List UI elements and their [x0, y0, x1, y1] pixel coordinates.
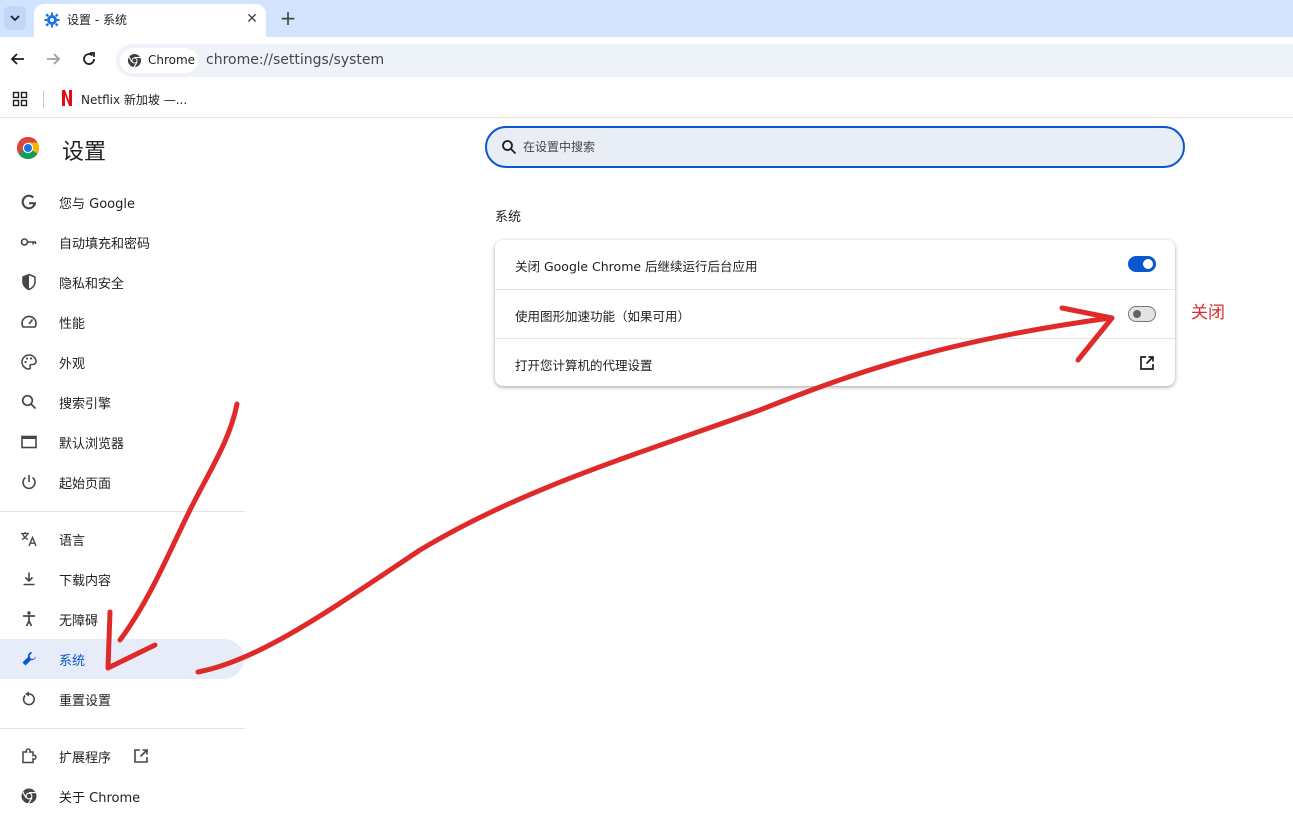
- sidebar-item-label: 外观: [59, 356, 86, 372]
- search-icon: [20, 393, 38, 411]
- sidebar-item-label: 搜索引擎: [59, 396, 112, 412]
- system-settings-card: 关闭 Google Chrome 后继续运行后台应用 使用图形加速功能（如果可用…: [495, 240, 1175, 386]
- chevron-down-icon: [10, 15, 20, 22]
- open-in-new-icon: [134, 749, 148, 763]
- sidebar-item-label: 重置设置: [59, 693, 112, 709]
- annotation-label: 关闭: [1191, 303, 1225, 323]
- sidebar-item-appearance[interactable]: 外观: [0, 342, 244, 382]
- site-info-chip[interactable]: Chrome: [120, 48, 198, 73]
- section-title: 系统: [495, 210, 522, 225]
- bookmark-netflix[interactable]: Netflix 新加坡 —...: [81, 91, 187, 108]
- sidebar-item-label: 起始页面: [59, 476, 112, 492]
- google-icon: [20, 193, 38, 211]
- palette-icon: [20, 353, 38, 371]
- row-label: 使用图形加速功能（如果可用）: [515, 309, 691, 324]
- open-external-icon[interactable]: [1138, 354, 1156, 372]
- search-icon: [502, 140, 517, 155]
- power-icon: [20, 473, 38, 491]
- new-tab-button[interactable]: +: [278, 8, 298, 28]
- key-icon: [20, 233, 38, 251]
- download-icon: [20, 570, 38, 588]
- sidebar-item-on-startup[interactable]: 起始页面: [0, 462, 244, 502]
- bookmarks-bar: Netflix 新加坡 —...: [0, 81, 1293, 118]
- sidebar-item-about-chrome[interactable]: 关于 Chrome: [0, 776, 244, 816]
- page-title: 设置: [62, 140, 107, 165]
- sidebar-item-label: 您与 Google: [59, 196, 135, 212]
- back-arrow-icon[interactable]: [8, 49, 28, 69]
- background-apps-toggle[interactable]: [1128, 256, 1156, 272]
- tab-title: 设置 - 系统: [67, 13, 127, 27]
- extension-icon: [20, 747, 38, 765]
- tab-strip: 设置 - 系统 ✕ +: [0, 0, 1293, 37]
- sidebar-item-privacy[interactable]: 隐私和安全: [0, 262, 244, 302]
- sidebar-item-label: 扩展程序: [59, 750, 112, 766]
- address-bar[interactable]: Chrome chrome://settings/system: [116, 44, 1293, 77]
- sidebar-item-system[interactable]: 系统: [0, 639, 244, 679]
- sidebar-divider: [0, 728, 245, 729]
- sidebar-item-label: 下载内容: [59, 573, 112, 589]
- settings-row-background-apps[interactable]: 关闭 Google Chrome 后继续运行后台应用: [495, 240, 1175, 289]
- settings-search-box[interactable]: [485, 126, 1185, 168]
- accessibility-icon: [20, 610, 38, 628]
- toolbar: Chrome chrome://settings/system: [0, 37, 1293, 81]
- sidebar-item-label: 语言: [59, 533, 86, 549]
- chrome-icon: [127, 53, 142, 68]
- sidebar-item-default-browser[interactable]: 默认浏览器: [0, 422, 244, 462]
- toggle-knob: [1143, 259, 1153, 269]
- search-input[interactable]: [523, 137, 1123, 157]
- sidebar-item-you-and-google[interactable]: 您与 Google: [0, 182, 244, 222]
- tab-search-button[interactable]: [4, 6, 26, 30]
- apps-grid-icon[interactable]: [12, 91, 28, 107]
- sidebar-item-accessibility[interactable]: 无障碍: [0, 599, 244, 639]
- sidebar-item-label: 隐私和安全: [59, 276, 125, 292]
- wrench-icon: [20, 650, 38, 668]
- chip-label: Chrome: [148, 53, 196, 67]
- reload-icon[interactable]: [79, 49, 99, 69]
- sidebar-item-label: 无障碍: [59, 613, 99, 629]
- settings-row-proxy[interactable]: 打开您计算机的代理设置: [495, 338, 1175, 387]
- row-label: 关闭 Google Chrome 后继续运行后台应用: [515, 259, 758, 274]
- bookmark-separator: [43, 91, 44, 108]
- active-tab[interactable]: 设置 - 系统 ✕: [34, 4, 266, 37]
- sidebar-item-downloads[interactable]: 下载内容: [0, 559, 244, 599]
- forward-arrow-icon[interactable]: [43, 49, 63, 69]
- sidebar-item-autofill[interactable]: 自动填充和密码: [0, 222, 244, 262]
- sidebar-item-label: 系统: [59, 653, 86, 669]
- reset-icon: [20, 690, 38, 708]
- sidebar-item-label: 自动填充和密码: [59, 236, 151, 252]
- sidebar-item-performance[interactable]: 性能: [0, 302, 244, 342]
- chrome-logo-icon: [17, 137, 39, 159]
- sidebar-item-languages[interactable]: 语言: [0, 519, 244, 559]
- gear-icon: [44, 12, 60, 28]
- sidebar-item-extensions[interactable]: 扩展程序: [0, 736, 244, 776]
- sidebar-item-label: 性能: [59, 316, 86, 332]
- sidebar-item-search-engine[interactable]: 搜索引擎: [0, 382, 244, 422]
- netflix-icon: [62, 90, 72, 106]
- toggle-knob: [1133, 310, 1141, 318]
- shield-icon: [20, 273, 38, 291]
- sidebar-item-reset[interactable]: 重置设置: [0, 679, 244, 719]
- sidebar-item-label: 关于 Chrome: [59, 790, 141, 806]
- translate-icon: [20, 530, 38, 548]
- url-text[interactable]: chrome://settings/system: [206, 52, 384, 68]
- speedometer-icon: [20, 313, 38, 331]
- sidebar-divider: [0, 511, 245, 512]
- row-label: 打开您计算机的代理设置: [515, 358, 653, 373]
- browser-icon: [20, 433, 38, 451]
- close-tab-button[interactable]: ✕: [244, 11, 260, 27]
- chrome-icon: [20, 787, 38, 805]
- settings-row-hardware-acceleration[interactable]: 使用图形加速功能（如果可用）: [495, 289, 1175, 338]
- sidebar-item-label: 默认浏览器: [59, 436, 125, 452]
- hardware-acceleration-toggle[interactable]: [1128, 306, 1156, 322]
